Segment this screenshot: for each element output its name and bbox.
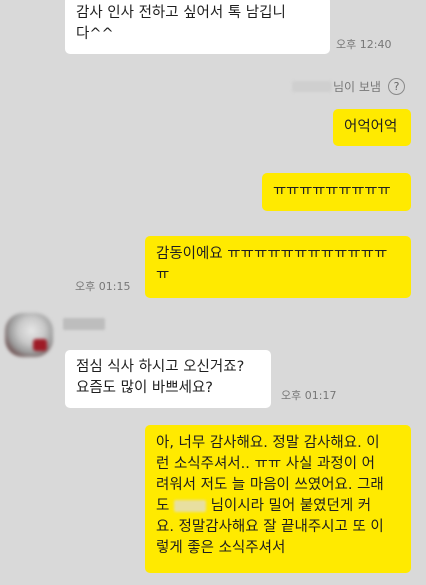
- message-text-line: 감사 인사 전하고 싶어서 톡 남깁니: [76, 5, 286, 21]
- message-bubble-incoming[interactable]: 감사 인사 전하고 싶어서 톡 남깁니 다^^: [65, 0, 330, 54]
- message-text-line: 점심 식사 하시고 오신거죠?: [76, 359, 245, 375]
- message-text-line: 런 소식주셔서.. ㅠㅠ 사실 과정이 어: [156, 456, 376, 472]
- avatar[interactable]: [5, 313, 53, 357]
- blurred-contact-name: [63, 318, 105, 330]
- message-bubble-outgoing[interactable]: 감동이에요 ㅠㅠㅠㅠㅠㅠㅠㅠㅠㅠㅠㅠ ㅠ: [145, 236, 411, 298]
- message-text-line: 렇게 좋은 소식주셔서: [156, 540, 286, 556]
- message-text: 어억어억: [344, 119, 398, 135]
- help-icon[interactable]: ?: [387, 78, 405, 95]
- message-bubble-outgoing[interactable]: ㅠㅠㅠㅠㅠㅠㅠㅠㅠ: [262, 173, 411, 211]
- message-text-fragment: 님이시라 밀어 붙였던게 커: [210, 498, 372, 514]
- message-text-line-with-blur: 도 님이시라 밀어 붙였던게 커: [156, 496, 411, 517]
- message-text-line: 다^^: [76, 26, 114, 42]
- sent-by-label: 님이 보냄: [333, 80, 381, 94]
- message-text-line: 려워서 저도 늘 마음이 쓰였어요. 그래: [156, 477, 384, 493]
- avatar-detail: [33, 339, 47, 351]
- message-text-line: 요즘도 많이 바쁘세요?: [76, 380, 213, 396]
- blurred-sender-name: [292, 81, 332, 92]
- message-text-line: ㅠ: [156, 267, 170, 283]
- message-timestamp: 오후 01:15: [75, 280, 131, 293]
- message-text-fragment: 도: [156, 498, 170, 514]
- message-text-line: 감동이에요 ㅠㅠㅠㅠㅠㅠㅠㅠㅠㅠㅠㅠ: [156, 246, 388, 262]
- message-text-line: 요. 정말감사해요 잘 끝내주시고 또 이: [156, 519, 384, 535]
- message-timestamp: 오후 12:40: [336, 38, 392, 51]
- message-bubble-outgoing[interactable]: 어억어억: [333, 109, 411, 146]
- message-bubble-incoming[interactable]: 점심 식사 하시고 오신거죠? 요즘도 많이 바쁘세요?: [65, 350, 271, 408]
- message-text: ㅠㅠㅠㅠㅠㅠㅠㅠㅠ: [273, 183, 391, 199]
- blurred-name: [173, 500, 206, 512]
- message-text-line: 아, 너무 감사해요. 정말 감사해요. 이: [156, 435, 380, 451]
- message-bubble-outgoing[interactable]: 아, 너무 감사해요. 정말 감사해요. 이 런 소식주셔서.. ㅠㅠ 사실 과…: [145, 425, 411, 573]
- sender-row: 님이 보냄 ?: [292, 78, 405, 95]
- message-timestamp: 오후 01:17: [281, 389, 337, 402]
